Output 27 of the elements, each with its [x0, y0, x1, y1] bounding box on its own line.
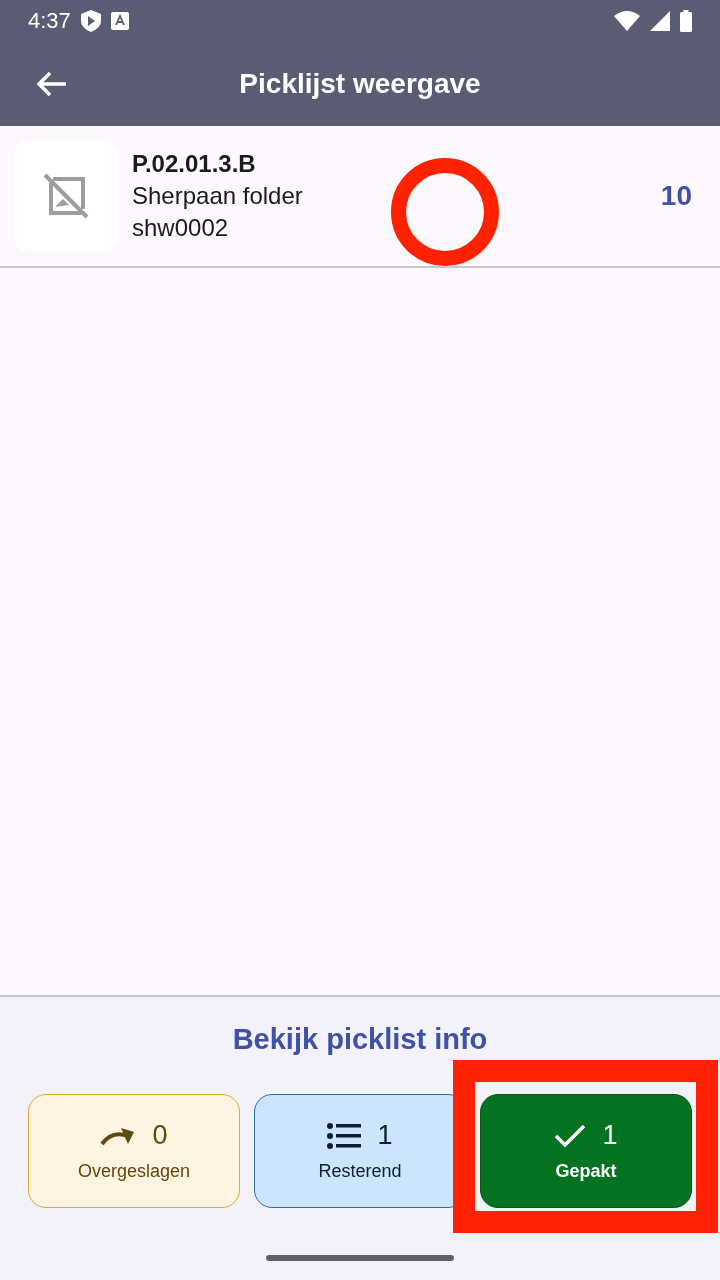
- no-image-icon: [43, 173, 89, 219]
- wifi-icon: [614, 11, 640, 31]
- shield-icon: [80, 10, 101, 32]
- quantity: 10: [660, 180, 692, 212]
- redo-arrow-icon: [100, 1125, 137, 1146]
- counter-label: Overgeslagen: [77, 1161, 191, 1182]
- list-icon: [327, 1122, 362, 1149]
- check-icon: [554, 1123, 587, 1148]
- counter-value: 1: [602, 1120, 618, 1151]
- counter-label: Resterend: [318, 1161, 402, 1182]
- counter-value: 0: [152, 1120, 168, 1151]
- battery-icon: [680, 10, 692, 32]
- product-sku: shw0002: [132, 214, 230, 242]
- signal-icon: [650, 11, 670, 31]
- counter-value: 1: [377, 1120, 393, 1151]
- location-code: P.02.01.3.B: [132, 150, 257, 178]
- keyboard-app-icon: [110, 12, 129, 30]
- picklist-info-link[interactable]: Bekijk picklist info: [232, 1023, 488, 1056]
- counter-button[interactable]: 1 Gepakt: [480, 1094, 692, 1208]
- back-button[interactable]: [36, 70, 68, 98]
- product-name: Sherpaan folder: [132, 182, 304, 210]
- counter-button[interactable]: 0 Overgeslagen: [28, 1094, 240, 1208]
- status-time: 4:37: [28, 8, 71, 34]
- pick-item-row[interactable]: P.02.01.3.B Sherpaan folder shw0002 10: [0, 126, 720, 268]
- counter-label: Gepakt: [555, 1161, 617, 1182]
- screen-title: Picklijst weergave: [239, 68, 481, 100]
- back-arrow-icon: [36, 70, 68, 98]
